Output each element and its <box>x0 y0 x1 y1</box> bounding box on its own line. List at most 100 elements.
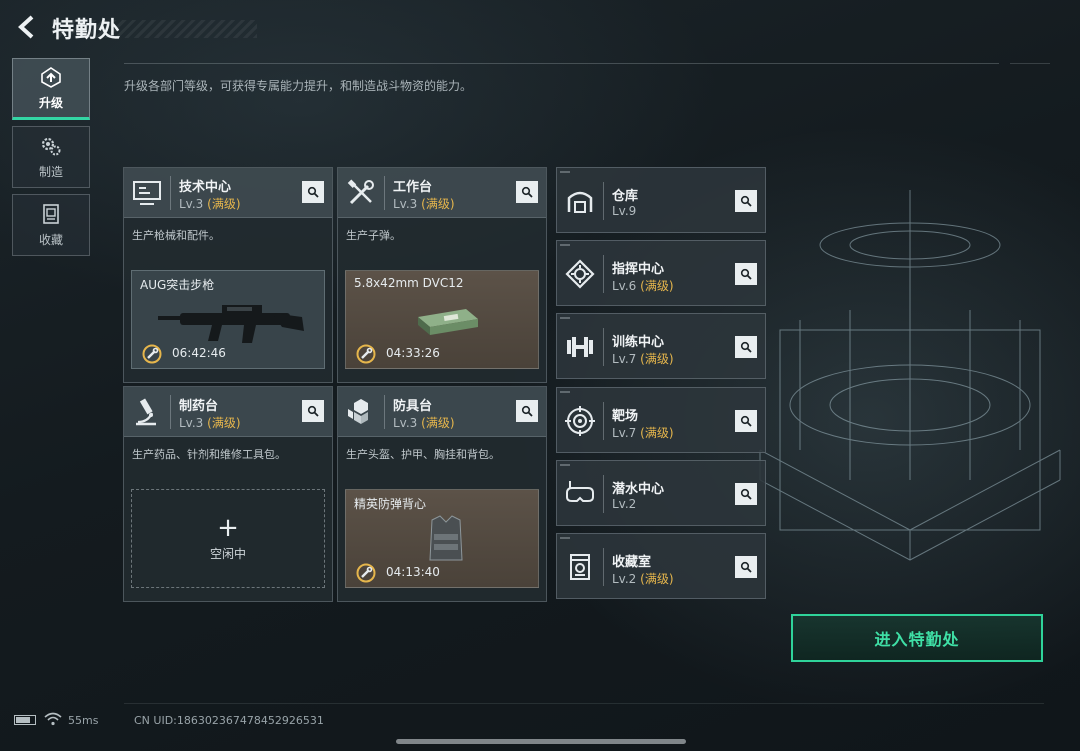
inspect-button[interactable] <box>735 556 757 578</box>
production-slot[interactable]: AUG突击步枪 06:42:46 <box>131 270 325 369</box>
facility-shooting-range[interactable]: 靶场 Lv.7 (满级) <box>556 387 766 453</box>
search-icon <box>521 186 533 198</box>
command-icon <box>565 259 595 289</box>
facility-separator <box>603 548 604 586</box>
department-level: Lv.3 (满级) <box>393 197 455 211</box>
sidebar-item-upgrade[interactable]: 升级 <box>12 58 90 120</box>
facility-name: 训练中心 <box>612 335 665 350</box>
card-header: 技术中心 Lv.3 (满级) <box>124 168 332 218</box>
corner-tick <box>560 391 570 393</box>
header-separator <box>384 395 385 429</box>
facility-level: Lv.9 <box>612 204 637 218</box>
search-icon <box>740 488 752 500</box>
header-divider-right <box>1010 63 1050 64</box>
battery-icon <box>14 715 36 725</box>
inspect-button[interactable] <box>516 181 538 203</box>
inspect-button[interactable] <box>735 410 757 432</box>
corner-tick <box>560 464 570 466</box>
facility-training-center[interactable]: 训练中心 Lv.7 (满级) <box>556 313 766 379</box>
department-name: 工作台 <box>393 180 433 195</box>
search-icon <box>307 405 319 417</box>
facility-warehouse[interactable]: 仓库 Lv.9 <box>556 167 766 233</box>
inspect-button[interactable] <box>516 400 538 422</box>
production-timer: 04:33:26 <box>386 346 440 360</box>
facility-separator <box>603 182 604 220</box>
facility-diving-center[interactable]: 潜水中心 Lv.2 <box>556 460 766 526</box>
production-slot[interactable]: 5.8x42mm DVC12 04:33:26 <box>345 270 539 369</box>
facility-separator <box>603 402 604 440</box>
search-icon <box>521 405 533 417</box>
search-icon <box>740 341 752 353</box>
wrench-timer-icon <box>356 344 376 364</box>
collection-icon <box>43 203 59 224</box>
corner-tick <box>560 171 570 173</box>
inspect-button[interactable] <box>735 190 757 212</box>
department-card-armor-bench[interactable]: 防具台 Lv.3 (满级) 生产头盔、护甲、胸挂和背包。 精英防弹背心 04:1… <box>337 386 547 602</box>
facility-level: Lv.6 (满级) <box>612 279 674 293</box>
idle-label: 空闲中 <box>209 547 246 561</box>
monitor-icon <box>133 181 161 205</box>
department-level: Lv.3 (满级) <box>393 416 455 430</box>
facility-separator <box>603 255 604 293</box>
sidebar-item-label: 制造 <box>38 164 63 179</box>
page-title: 特勤处 <box>52 18 122 43</box>
card-header: 工作台 Lv.3 (满级) <box>338 168 546 218</box>
facility-name: 收藏室 <box>612 555 652 570</box>
production-timer: 06:42:46 <box>172 346 226 360</box>
item-name: 5.8x42mm DVC12 <box>354 276 464 290</box>
search-icon <box>740 268 752 280</box>
search-icon <box>740 195 752 207</box>
inspect-button[interactable] <box>735 336 757 358</box>
dumbbell-icon <box>567 337 593 357</box>
page-description: 升级各部门等级，可获得专属能力提升，和制造战斗物资的能力。 <box>124 79 473 93</box>
facility-collection-room[interactable]: 收藏室 Lv.2 (满级) <box>556 533 766 599</box>
idle-production-slot[interactable]: + 空闲中 <box>131 489 325 588</box>
vest-image <box>429 515 463 561</box>
department-level: Lv.3 (满级) <box>179 197 241 211</box>
enter-special-ops-button[interactable]: 进入特勤处 <box>791 614 1043 662</box>
header-separator <box>170 395 171 429</box>
facility-separator <box>603 328 604 366</box>
sidebar-item-label: 收藏 <box>38 232 63 247</box>
target-icon <box>565 406 595 436</box>
collection-room-icon <box>570 554 590 580</box>
facility-name: 仓库 <box>612 189 639 204</box>
diving-mask-icon <box>566 481 594 502</box>
rifle-image <box>158 305 304 343</box>
sidebar-item-collection[interactable]: 收藏 <box>12 194 90 256</box>
gears-icon <box>41 137 61 155</box>
search-icon <box>307 186 319 198</box>
facility-level: Lv.7 (满级) <box>612 426 674 440</box>
facility-separator <box>603 475 604 513</box>
department-description: 生产药品、针剂和维修工具包。 <box>132 448 286 461</box>
enter-button-label: 进入特勤处 <box>874 630 960 649</box>
inspect-button[interactable] <box>302 181 324 203</box>
sidebar-item-craft[interactable]: 制造 <box>12 126 90 188</box>
facility-command-center[interactable]: 指挥中心 Lv.6 (满级) <box>556 240 766 306</box>
back-arrow-icon[interactable] <box>14 14 40 40</box>
microscope-icon <box>136 398 156 426</box>
search-icon <box>740 415 752 427</box>
base-blueprint-art <box>759 190 1061 561</box>
home-indicator <box>396 739 686 744</box>
wrench-timer-icon <box>356 563 376 583</box>
department-card-workbench[interactable]: 工作台 Lv.3 (满级) 生产子弹。 5.8x42mm DVC12 04:33… <box>337 167 547 383</box>
facility-level: Lv.2 (满级) <box>612 572 674 586</box>
facility-level: Lv.2 <box>612 497 637 511</box>
corner-tick <box>560 244 570 246</box>
armor-icon <box>348 399 368 424</box>
production-slot[interactable]: 精英防弹背心 04:13:40 <box>345 489 539 588</box>
inspect-button[interactable] <box>735 263 757 285</box>
add-production-icon: + <box>217 513 239 543</box>
card-header: 防具台 Lv.3 (满级) <box>338 387 546 437</box>
department-description: 生产子弹。 <box>346 229 401 242</box>
inspect-button[interactable] <box>302 400 324 422</box>
footer-divider <box>124 703 1044 704</box>
department-name: 技术中心 <box>179 180 232 195</box>
department-description: 生产枪械和配件。 <box>132 229 220 242</box>
corner-tick <box>560 317 570 319</box>
department-card-pharmacy[interactable]: 制药台 Lv.3 (满级) 生产药品、针剂和维修工具包。 + 空闲中 <box>123 386 333 602</box>
sidebar-item-label: 升级 <box>38 95 63 110</box>
inspect-button[interactable] <box>735 483 757 505</box>
department-card-tech-center[interactable]: 技术中心 Lv.3 (满级) 生产枪械和配件。 AUG突击步枪 06:42:46 <box>123 167 333 383</box>
